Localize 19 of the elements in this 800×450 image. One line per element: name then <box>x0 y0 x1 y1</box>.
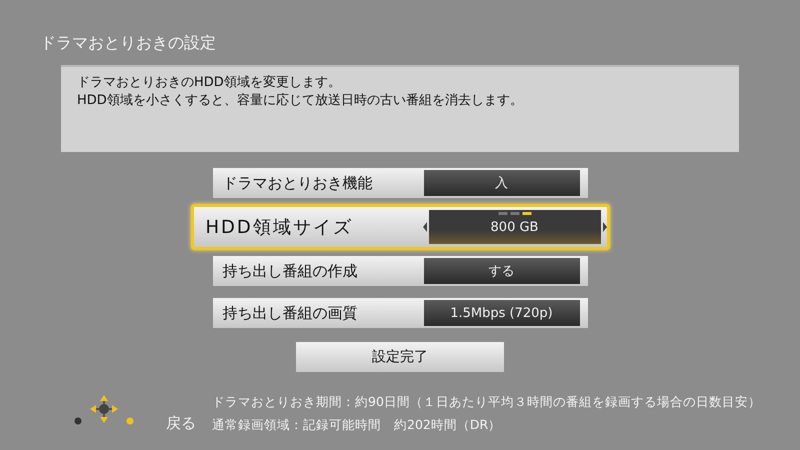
setting-row[interactable]: 持ち出し番組の作成 する <box>212 256 588 286</box>
description-text: HDD領域を小さくすると、容量に応じて放送日時の古い番組を消去します。 <box>77 92 523 110</box>
description-text: ドラマおとりおきのHDD領域を変更します。 <box>77 74 341 92</box>
info-text: ドラマおとりおき期間：約90日間（１日あたり平均３時間の番組を録画する場合の日数目安） <box>212 393 761 411</box>
right-arrow-icon[interactable] <box>602 222 606 232</box>
value-text: 800 GB <box>490 220 538 234</box>
value-text: 入 <box>495 175 508 192</box>
setting-label: 持ち出し番組の画質 <box>222 304 358 322</box>
setting-label: 持ち出し番組の作成 <box>222 262 358 280</box>
done-button[interactable]: 設定完了 <box>296 342 504 372</box>
info-text: 通常録画領域：記録可能時間 約202時間（DR） <box>212 416 502 434</box>
screen-title: ドラマおとりおきの設定 <box>40 33 216 53</box>
value-text: 1.5Mbps (720p) <box>450 306 553 320</box>
value-text: する <box>488 263 514 280</box>
setting-label: ドラマおとりおき機能 <box>222 174 372 192</box>
setting-row[interactable]: HDD領域サイズ 800 GB <box>190 204 610 250</box>
setting-label: HDD領域サイズ <box>206 216 353 239</box>
setting-row[interactable]: 持ち出し番組の画質 1.5Mbps (720p) <box>212 298 588 328</box>
setting-row[interactable]: ドラマおとりおき機能 入 <box>212 168 588 198</box>
